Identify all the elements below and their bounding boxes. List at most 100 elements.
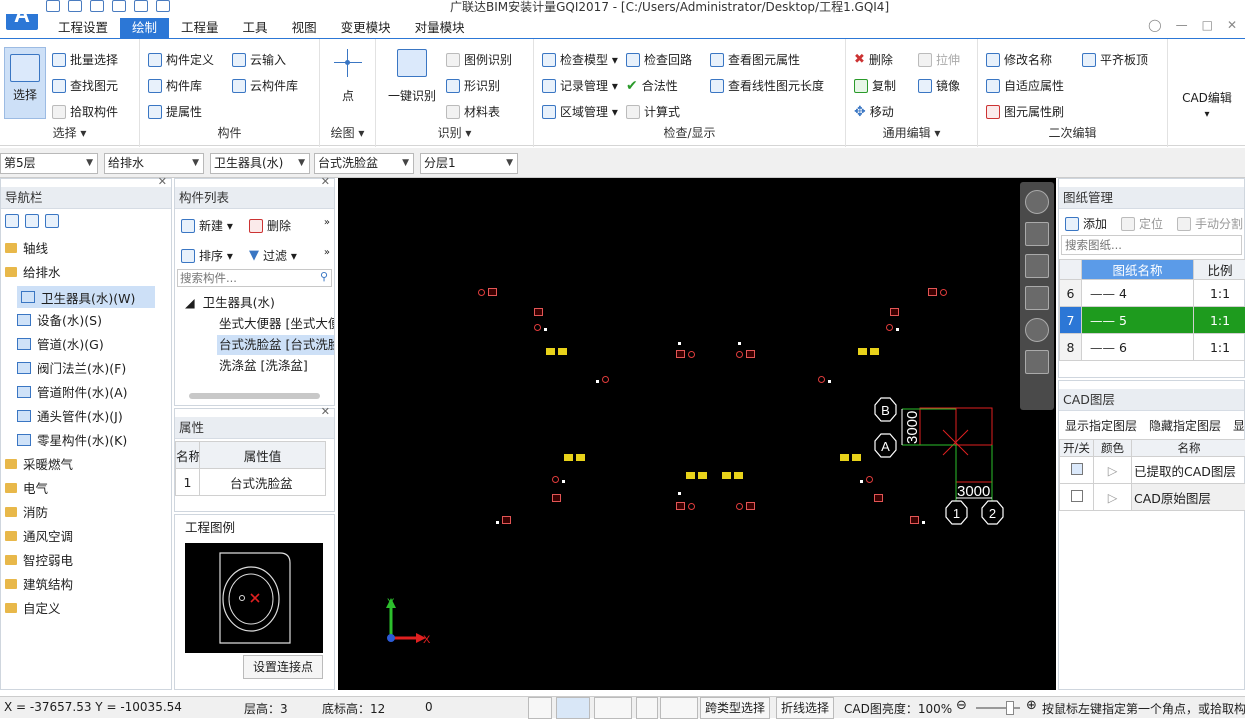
edit-icon[interactable] (45, 214, 59, 228)
nav-item-11[interactable]: 消防 (5, 502, 48, 521)
adaptive-property-button[interactable]: 自适应属性 (986, 77, 1064, 94)
nav-item-7[interactable]: 通头管件(水)(J) (17, 406, 123, 425)
drawing-row[interactable]: 7—— 51:1 (1060, 307, 1245, 334)
tab-3[interactable]: 工具 (231, 18, 280, 38)
grid-bubble-a[interactable]: A (875, 434, 896, 457)
tab-1[interactable]: 绘制 (120, 18, 169, 38)
nav-item-6[interactable]: 管道附件(水)(A) (17, 382, 128, 401)
layers-icon[interactable] (1025, 350, 1049, 374)
drawing-search-input[interactable] (1061, 235, 1242, 255)
tab-4[interactable]: 视图 (280, 18, 329, 38)
find-element-button[interactable]: 查找图元 (52, 77, 118, 94)
globe-icon[interactable] (1025, 190, 1049, 214)
tab-5[interactable]: 变更模块 (329, 18, 403, 38)
cross-type-select-button[interactable]: 跨类型选择 (700, 697, 770, 719)
type-select[interactable]: 卫生器具(水)▼ (210, 153, 310, 174)
component-define-button[interactable]: 构件定义 (148, 51, 214, 68)
nav-item-14[interactable]: 建筑结构 (5, 574, 73, 593)
drawing-row[interactable]: 6—— 41:1 (1060, 280, 1245, 307)
point-draw-button[interactable]: 点 (326, 49, 370, 104)
delete-button[interactable]: ✖删除 (854, 51, 893, 68)
manual-split-button[interactable]: 手动分割 (1177, 215, 1243, 232)
nav-item-10[interactable]: 电气 (5, 478, 48, 497)
rotate-icon[interactable] (1025, 318, 1049, 342)
component-library-button[interactable]: 构件库 (148, 77, 202, 94)
pick-component-button[interactable]: 拾取构件 (52, 103, 118, 120)
shape-identify-button[interactable]: 形识别 (446, 77, 500, 94)
legality-button[interactable]: ✔合法性 (626, 77, 678, 94)
component-item[interactable]: 坐式大便器 [坐式大便器] (217, 314, 334, 334)
nav-item-9[interactable]: 采暖燃气 (5, 454, 73, 473)
ortho-icon[interactable] (528, 697, 552, 719)
angle-icon[interactable] (660, 697, 698, 719)
tab-0[interactable]: 工程设置 (46, 18, 120, 38)
extract-property-button[interactable]: 提属性 (148, 103, 202, 120)
group-label-identify[interactable]: 识别 ▾ (376, 124, 533, 141)
3d-view-icon[interactable] (1025, 222, 1049, 246)
minimize-icon[interactable]: — (1176, 18, 1188, 32)
layer-checkbox[interactable] (1071, 463, 1083, 475)
area-management-button[interactable]: 区域管理 ▾ (542, 103, 618, 120)
group-label-draw[interactable]: 绘图 ▾ (320, 124, 375, 141)
component-item[interactable]: 台式洗脸盆 [台式洗脸盆] (217, 335, 334, 355)
copy-button[interactable]: 复制 (854, 77, 896, 94)
component-item[interactable]: 淋浴器 [淋浴器] (217, 377, 310, 379)
record-management-button[interactable]: 记录管理 ▾ (542, 77, 618, 94)
maximize-icon[interactable]: □ (1202, 18, 1213, 32)
nav-item-5[interactable]: 阀门法兰(水)(F) (17, 358, 126, 377)
component-search-input[interactable] (178, 270, 308, 286)
search-icon[interactable]: ⚲ (320, 270, 328, 283)
hide-layer-button[interactable]: 隐藏指定图层 (1149, 417, 1221, 434)
tab-6[interactable]: 对量模块 (403, 18, 477, 38)
component-item[interactable]: 洗涤盆 [洗涤盆] (217, 356, 310, 376)
nav-item-8[interactable]: 零星构件(水)(K) (17, 430, 127, 449)
show-layer-button[interactable]: 显示指定图层 (1065, 417, 1137, 434)
sort-button[interactable]: 排序 ▾ (181, 247, 233, 264)
cad-edit-button[interactable]: CAD编辑 ▾ (1174, 89, 1240, 120)
collapse-icon[interactable] (5, 214, 19, 228)
cloud-input-button[interactable]: 云输入 (232, 51, 286, 68)
nav-item-4[interactable]: 管道(水)(G) (17, 334, 104, 353)
plus-icon[interactable]: ⊕ (1026, 698, 1037, 713)
nav-item-15[interactable]: 自定义 (5, 598, 61, 617)
view-linear-length-button[interactable]: 查看线性图元长度 (710, 77, 824, 94)
view-element-properties-button[interactable]: 查看图元属性 (710, 51, 800, 68)
box-view-icon[interactable] (1025, 286, 1049, 310)
save-icon[interactable] (90, 0, 104, 12)
property-brush-button[interactable]: 图元属性刷 (986, 103, 1064, 120)
floor-select[interactable]: 第5层▼ (0, 153, 98, 174)
filter-button[interactable]: ▼过滤 ▾ (249, 247, 297, 264)
horizontal-scrollbar[interactable] (189, 393, 320, 399)
cad-layer-row[interactable]: ▷已提取的CAD图层 (1060, 457, 1245, 484)
discipline-select[interactable]: 给排水▼ (104, 153, 204, 174)
group-label-edit[interactable]: 通用编辑 ▾ (846, 124, 977, 141)
legend-identify-button[interactable]: 图例识别 (446, 51, 512, 68)
grid-bubble-1[interactable]: 1 (946, 501, 967, 524)
add-point-icon[interactable] (594, 697, 632, 719)
cloud-library-button[interactable]: 云构件库 (232, 77, 298, 94)
user-icon[interactable]: ◯ (1148, 18, 1161, 32)
cross-icon[interactable] (636, 697, 658, 719)
undo-icon[interactable] (112, 0, 126, 12)
grid-bubble-2[interactable]: 2 (982, 501, 1003, 524)
snap-icon[interactable] (556, 697, 590, 719)
tree-group[interactable]: ◢ 卫生器具(水) (185, 292, 275, 311)
rename-button[interactable]: 修改名称 (986, 51, 1052, 68)
check-model-button[interactable]: 检查模型 ▾ (542, 51, 618, 68)
nav-item-3[interactable]: 设备(水)(S) (17, 310, 102, 329)
redo-icon[interactable] (134, 0, 148, 12)
delete-component-button[interactable]: 删除 (249, 217, 291, 234)
cad-layer-row[interactable]: ▷CAD原始图层 (1060, 484, 1245, 511)
property-value-cell[interactable]: 台式洗脸盆 (200, 469, 326, 496)
brightness-slider[interactable] (976, 707, 1020, 709)
set-connection-point-button[interactable]: 设置连接点 (243, 655, 323, 679)
sublayer-select[interactable]: 分层1▼ (420, 153, 518, 174)
stretch-button[interactable]: 拉伸 (918, 51, 960, 68)
align-slab-top-button[interactable]: 平齐板顶 (1082, 51, 1148, 68)
locate-drawing-button[interactable]: 定位 (1121, 215, 1163, 232)
options-icon[interactable] (156, 0, 170, 12)
nav-item-12[interactable]: 通风空调 (5, 526, 73, 545)
drawing-canvas[interactable]: B A 1 2 3000 3000 Y X (338, 178, 1056, 690)
expand-icon[interactable] (25, 214, 39, 228)
more-icon[interactable]: » (324, 247, 330, 258)
